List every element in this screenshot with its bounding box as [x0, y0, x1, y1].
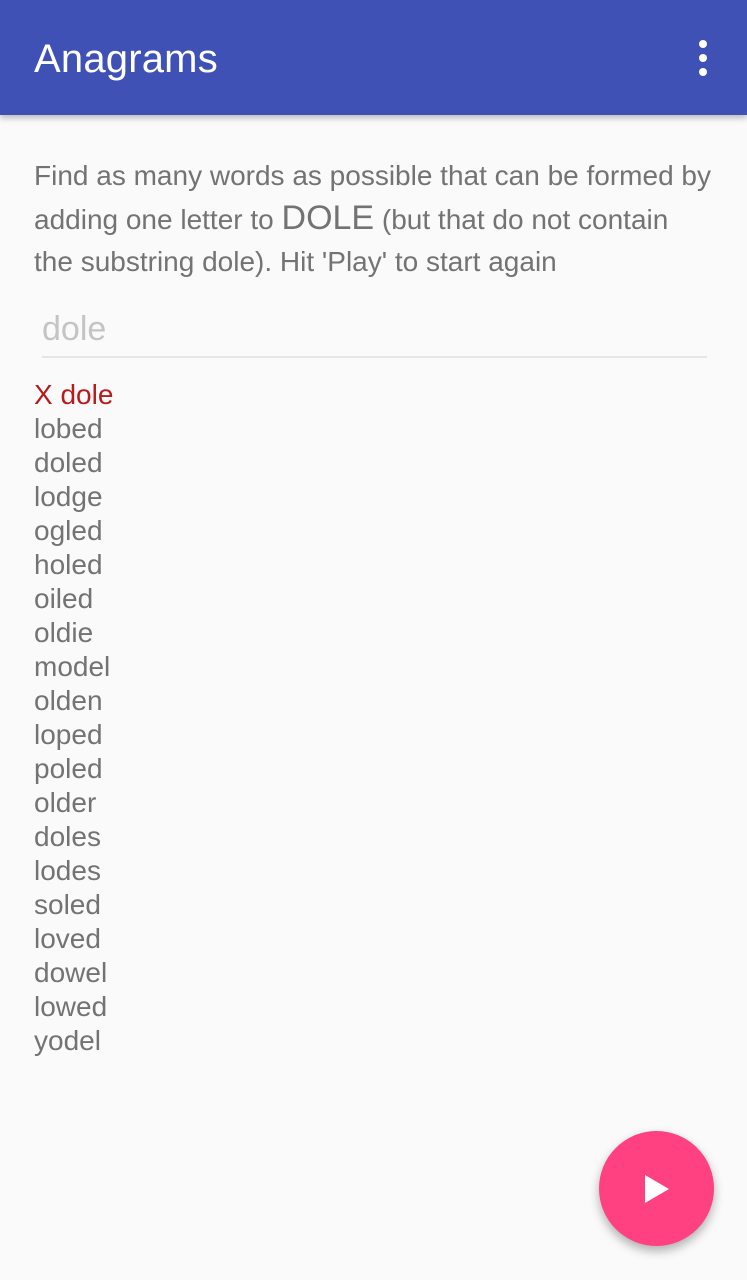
word-list-item: holed: [34, 549, 103, 580]
word-list-item: loved: [34, 923, 101, 954]
more-vert-icon[interactable]: [683, 32, 723, 84]
word-list-item: soled: [34, 889, 101, 920]
word-list-item: loped: [34, 719, 103, 750]
menu-dot: [699, 40, 707, 48]
instructions-text: Find as many words as possible that can …: [34, 155, 714, 283]
word-list-item: yodel: [34, 1025, 101, 1056]
play-button[interactable]: [599, 1131, 714, 1246]
wrong-guess-item: X dole: [34, 379, 114, 410]
word-list-item: lobed: [34, 413, 103, 444]
guess-field[interactable]: [42, 306, 707, 358]
word-list-item: poled: [34, 753, 103, 784]
guess-input[interactable]: [42, 306, 707, 352]
word-list-item: ogled: [34, 515, 103, 546]
word-list-item: doles: [34, 821, 101, 852]
starter-word: DOLE: [281, 199, 375, 237]
menu-dot: [699, 54, 707, 62]
word-list-item: olden: [34, 685, 103, 716]
word-list-item: lodes: [34, 855, 101, 886]
play-icon: [644, 1174, 669, 1203]
word-list-item: oiled: [34, 583, 94, 614]
main-content: Find as many words as possible that can …: [34, 155, 714, 283]
word-list-item: model: [34, 651, 111, 682]
word-list-item: dowel: [34, 957, 108, 988]
word-list-item: lowed: [34, 991, 108, 1022]
word-list-item: oldie: [34, 617, 94, 648]
menu-dot: [699, 68, 707, 76]
word-list-item: older: [34, 787, 97, 818]
word-list-item: doled: [34, 447, 103, 478]
app-bar: Anagrams: [0, 0, 747, 115]
word-list: X dole lobed doled lodge ogled holed oiled oldi…: [34, 378, 113, 1058]
app-title: Anagrams: [34, 37, 218, 81]
word-list-item: lodge: [34, 481, 103, 512]
